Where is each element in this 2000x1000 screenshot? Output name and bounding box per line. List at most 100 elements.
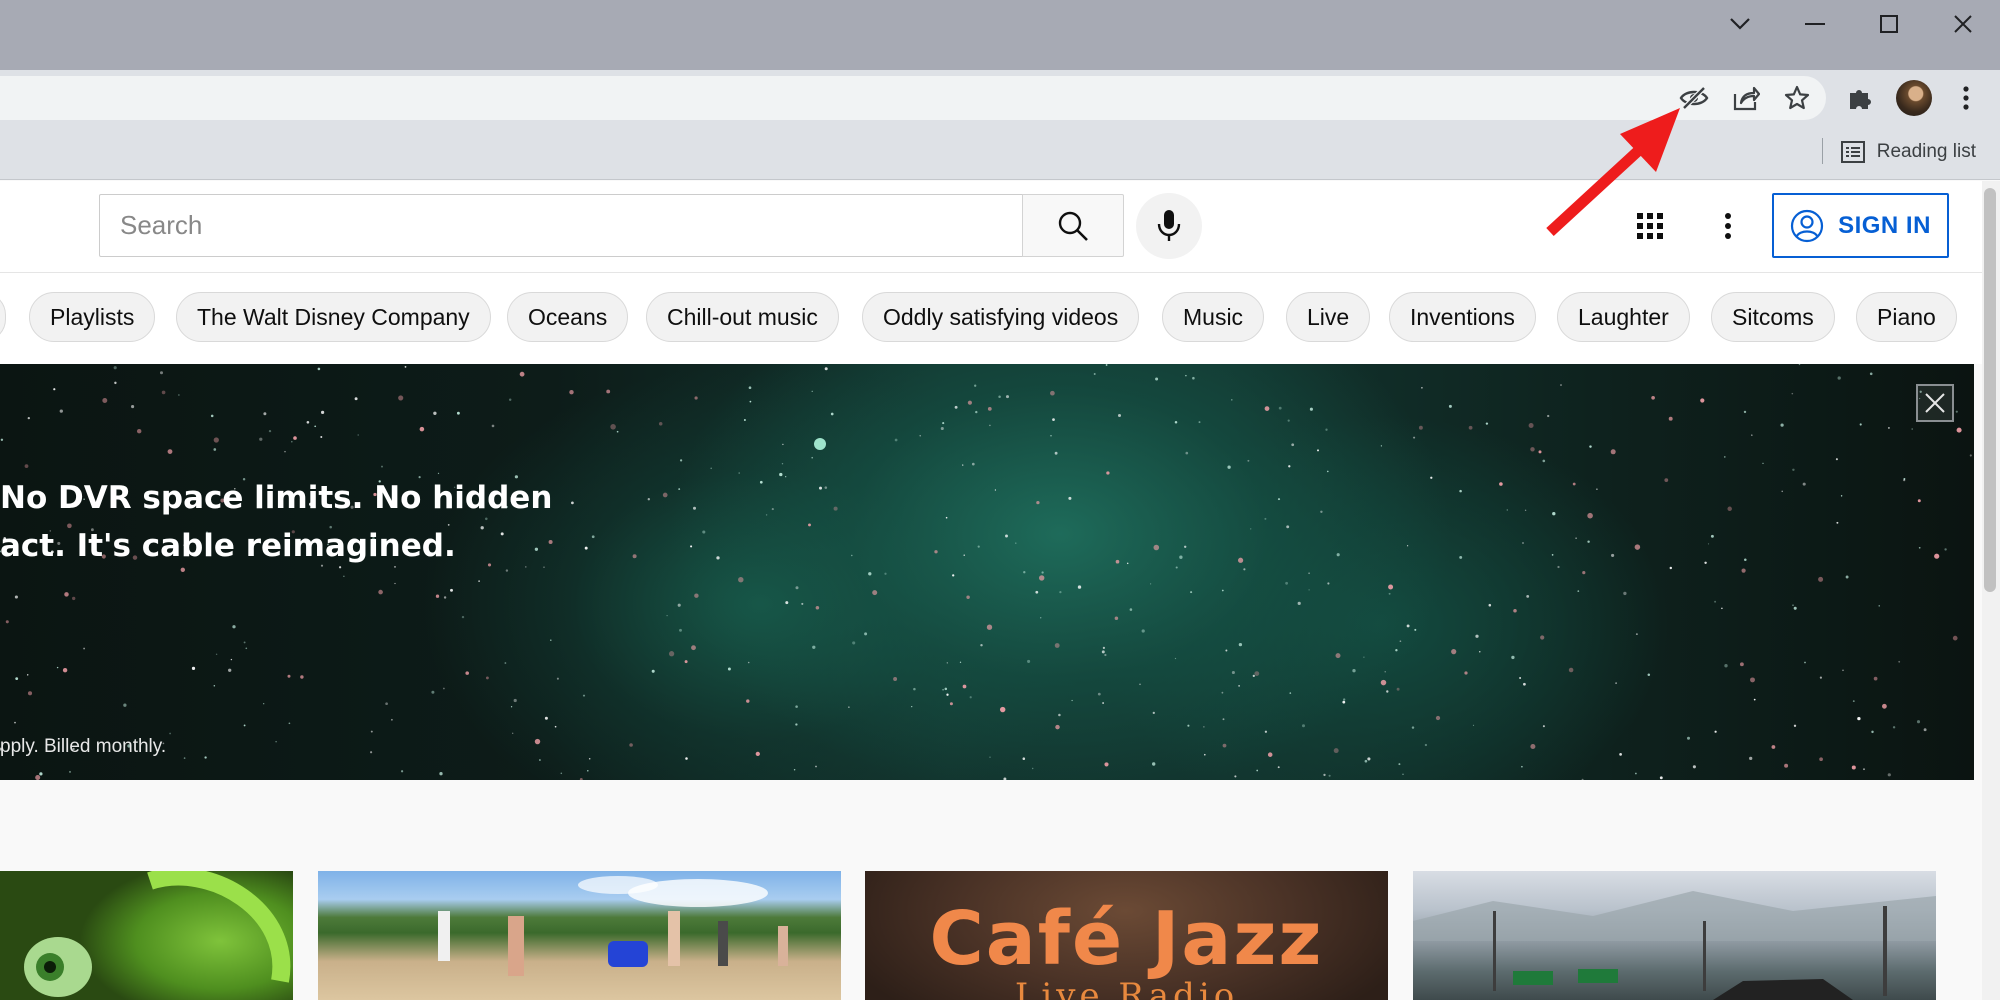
star xyxy=(759,480,763,484)
star xyxy=(747,661,750,664)
account-circle-icon xyxy=(1790,209,1824,242)
star xyxy=(1106,471,1110,475)
star xyxy=(694,593,699,598)
search-box[interactable] xyxy=(99,194,1023,257)
star xyxy=(1077,585,1082,589)
star xyxy=(998,395,1001,398)
star xyxy=(819,486,822,490)
star xyxy=(1560,384,1562,386)
minimize-button[interactable] xyxy=(1778,0,1852,48)
star xyxy=(1836,521,1839,524)
chip-oddly-satisfying[interactable]: Oddly satisfying videos xyxy=(862,292,1140,342)
star xyxy=(1837,376,1841,380)
youtube-settings-button[interactable] xyxy=(1710,204,1746,248)
star xyxy=(1234,775,1237,778)
star xyxy=(779,472,783,477)
star xyxy=(268,429,272,433)
star xyxy=(1179,555,1183,559)
thumbnail-art xyxy=(438,876,788,976)
star xyxy=(1887,426,1890,429)
star xyxy=(1309,407,1313,411)
banner-close-button[interactable] xyxy=(1916,384,1954,422)
star xyxy=(263,703,265,705)
star xyxy=(1859,423,1862,426)
chip-piano[interactable]: Piano xyxy=(1856,292,1957,342)
tab-search-button[interactable] xyxy=(1703,0,1777,48)
star xyxy=(1114,616,1119,620)
chip-playlists[interactable]: Playlists xyxy=(29,292,156,342)
star xyxy=(1802,482,1806,486)
video-thumbnail[interactable]: Café Jazz Live Radio xyxy=(865,871,1388,1000)
promo-banner[interactable]: No DVR space limits. No hidden act. It's… xyxy=(0,364,1974,780)
star xyxy=(1526,594,1530,598)
star xyxy=(456,411,460,415)
star xyxy=(1753,698,1756,701)
star xyxy=(1327,582,1330,585)
star xyxy=(1058,713,1061,717)
star xyxy=(749,400,752,403)
banner-headline: No DVR space limits. No hidden act. It's… xyxy=(0,474,552,570)
star xyxy=(679,628,682,632)
video-thumbnail[interactable] xyxy=(318,871,841,1000)
star xyxy=(610,424,616,430)
star xyxy=(354,397,358,401)
kebab-menu-icon xyxy=(1725,213,1731,239)
star xyxy=(1102,702,1105,704)
star xyxy=(748,386,752,390)
search-icon xyxy=(1058,211,1088,241)
star xyxy=(808,523,811,527)
star xyxy=(370,751,373,754)
chip-chill-out-music[interactable]: Chill-out music xyxy=(646,292,839,342)
scrollbar-thumb[interactable] xyxy=(1984,188,1996,592)
star xyxy=(385,702,388,706)
star xyxy=(391,718,393,721)
chip-inventions[interactable]: Inventions xyxy=(1389,292,1536,342)
search-button[interactable] xyxy=(1022,194,1124,257)
profile-avatar[interactable] xyxy=(1896,80,1932,116)
maximize-icon xyxy=(1880,15,1898,33)
chip-sitcoms[interactable]: Sitcoms xyxy=(1711,292,1835,342)
star xyxy=(317,367,321,371)
star xyxy=(651,669,655,673)
star xyxy=(1022,757,1026,760)
search-input[interactable] xyxy=(120,210,1022,241)
chip-live[interactable]: Live xyxy=(1286,292,1371,342)
star xyxy=(161,390,166,395)
video-thumbnail[interactable] xyxy=(0,871,293,1000)
star xyxy=(343,575,345,577)
star xyxy=(1185,451,1189,455)
chip-oceans[interactable]: Oceans xyxy=(507,292,629,342)
bookmark-button[interactable] xyxy=(1777,78,1817,118)
star xyxy=(1203,726,1205,728)
extensions-button[interactable] xyxy=(1840,78,1880,118)
star xyxy=(465,671,469,675)
star xyxy=(811,390,813,392)
star xyxy=(1523,682,1526,686)
star xyxy=(1581,778,1584,780)
star xyxy=(291,440,293,443)
voice-search-button[interactable] xyxy=(1136,193,1202,259)
close-window-button[interactable] xyxy=(1926,0,2000,48)
share-button[interactable] xyxy=(1726,78,1766,118)
star xyxy=(632,554,637,559)
browser-menu-button[interactable] xyxy=(1946,78,1986,118)
sign-in-button[interactable]: SIGN IN xyxy=(1772,193,1949,258)
star xyxy=(771,508,774,511)
video-thumbnail[interactable] xyxy=(1413,871,1936,1000)
chip-laughter[interactable]: Laughter xyxy=(1557,292,1690,342)
star xyxy=(884,572,887,575)
chip-music[interactable]: Music xyxy=(1162,292,1265,342)
maximize-button[interactable] xyxy=(1852,0,1926,48)
star xyxy=(684,660,688,664)
star xyxy=(1723,456,1726,458)
star xyxy=(738,576,744,583)
star xyxy=(1289,692,1292,694)
thumbnail-title-text: Café Jazz xyxy=(929,896,1324,982)
star xyxy=(974,384,977,387)
reading-list-button[interactable]: Reading list xyxy=(1840,136,1976,168)
star xyxy=(1336,553,1340,557)
chip-walt-disney[interactable]: The Walt Disney Company xyxy=(176,292,491,342)
star xyxy=(1406,545,1409,547)
star xyxy=(159,371,164,375)
star xyxy=(131,405,135,409)
